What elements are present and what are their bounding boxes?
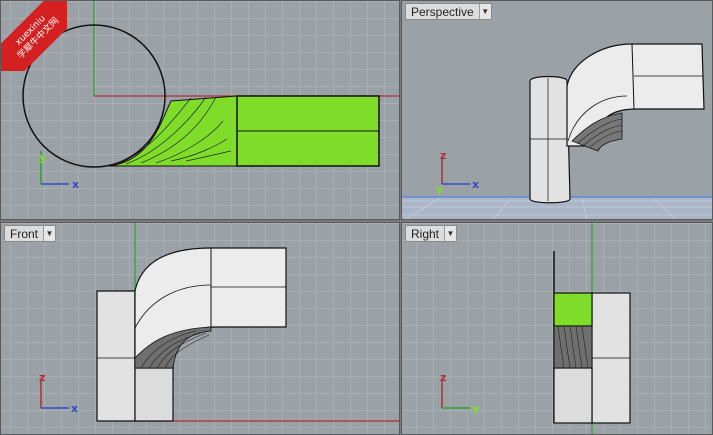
perspective-gizmo-y-label: y — [436, 183, 443, 196]
rhino-viewport-layout: y x xuexiniu 学犀牛中文网 z x y Perspective ▼ … — [0, 0, 713, 435]
viewport-top[interactable]: y x xuexiniu 学犀牛中文网 — [0, 0, 400, 220]
perspective-view-canvas[interactable]: z x y — [402, 1, 713, 220]
viewport-front[interactable]: z x Front ▼ — [0, 222, 400, 435]
top-gizmo-y-label: y — [39, 151, 46, 164]
viewport-right[interactable]: z y Right ▼ — [401, 222, 713, 435]
right-gizmo-y-label: y — [472, 402, 479, 415]
viewport-perspective[interactable]: z x y Perspective ▼ — [401, 0, 713, 220]
chevron-down-icon[interactable]: ▼ — [478, 4, 491, 19]
tab-perspective-label: Perspective — [411, 4, 474, 19]
perspective-gizmo-z-label: z — [440, 149, 446, 162]
watermark-badge: xuexiniu 学犀牛中文网 — [1, 1, 67, 71]
right-view-canvas[interactable]: z y — [402, 223, 713, 435]
perspective-gizmo-x-label: x — [472, 178, 479, 191]
chevron-down-icon[interactable]: ▼ — [444, 226, 457, 241]
front-view-canvas[interactable]: z x — [1, 223, 400, 435]
selected-box-surface-right[interactable] — [553, 292, 593, 327]
tab-right-label: Right — [411, 226, 440, 241]
front-gizmo-z-label: z — [39, 371, 45, 384]
front-vertical-segment[interactable] — [96, 290, 136, 422]
tab-front[interactable]: Front ▼ — [4, 225, 57, 242]
chevron-down-icon[interactable]: ▼ — [43, 226, 56, 241]
front-gizmo-x-label: x — [71, 402, 78, 415]
right-gizmo-z-label: z — [440, 371, 446, 384]
vertical-cylinder[interactable] — [529, 75, 571, 204]
tab-right[interactable]: Right ▼ — [405, 225, 458, 242]
tab-perspective[interactable]: Perspective ▼ — [405, 3, 492, 20]
top-gizmo-x-label: x — [72, 178, 79, 191]
tab-front-label: Front — [10, 226, 39, 241]
